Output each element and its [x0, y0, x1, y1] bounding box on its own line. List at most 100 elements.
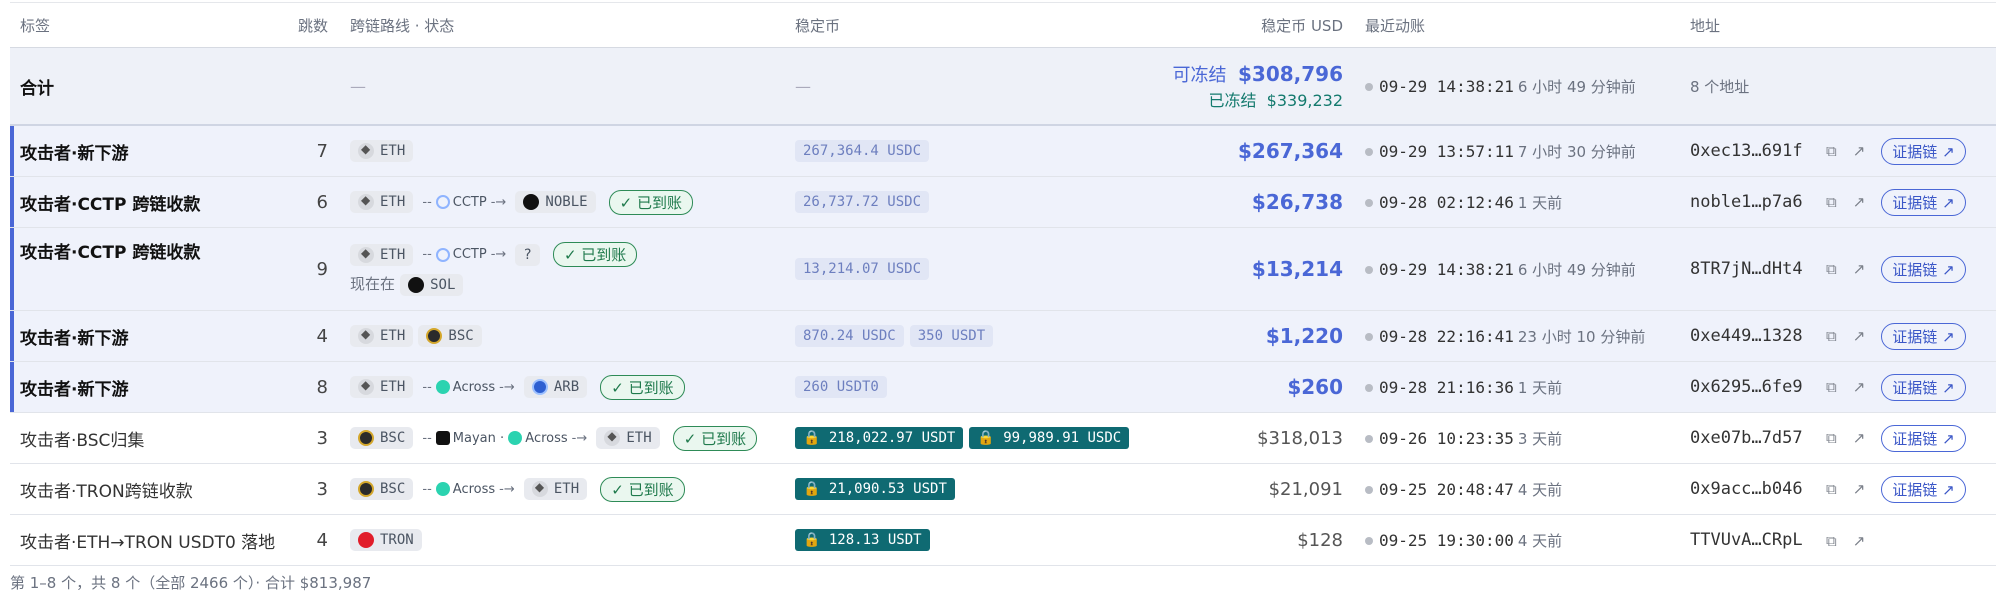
amount-chip: 13,214.07 USDC — [795, 258, 930, 280]
lock-icon: 🔒 — [803, 430, 821, 446]
table-row[interactable]: 攻击者·ETH→TRON USDT0 落地 4 TRON 🔒 128.13 US… — [10, 514, 1996, 566]
evidence-button[interactable]: 证据链 ↗ — [1881, 137, 1966, 165]
external-link-icon[interactable]: ↗ — [1853, 378, 1866, 396]
noble-icon — [523, 194, 540, 210]
eth-icon — [358, 246, 374, 263]
last-ago: 23 小时 10 分钟前 — [1517, 327, 1646, 346]
hop-count: 7 — [316, 140, 328, 162]
chain-chip-eth: ETH — [350, 140, 414, 162]
row-label: 攻击者·TRON跨链收款 — [20, 481, 193, 502]
row-label: 攻击者·CCTP 跨链收款 — [20, 194, 201, 215]
status-dot — [1365, 83, 1373, 91]
evidence-button[interactable]: 证据链 ↗ — [1881, 475, 1966, 503]
copy-icon[interactable]: ⧉ — [1826, 193, 1837, 211]
bsc-icon — [358, 430, 374, 446]
col-usd[interactable]: 稳定币 USD — [1120, 2, 1355, 48]
usd-value: $21,091 — [1268, 478, 1343, 500]
copy-icon[interactable]: ⧉ — [1826, 532, 1837, 550]
usd-value: $26,738 — [1251, 190, 1343, 214]
amount-chip: 267,364.4 USDC — [795, 140, 930, 162]
usd-value: $260 — [1287, 375, 1343, 399]
external-link-icon[interactable]: ↗ — [1853, 193, 1866, 211]
address[interactable]: noble1…p7a6 — [1690, 192, 1810, 212]
total-route: — — [350, 76, 366, 96]
chain-chip-sol: SOL — [400, 273, 464, 296]
external-link-icon[interactable]: ↗ — [1853, 327, 1866, 345]
status-dot — [1365, 486, 1373, 494]
evidence-button[interactable]: 证据链 ↗ — [1881, 373, 1966, 401]
col-addr[interactable]: 地址 — [1680, 2, 1996, 48]
chain-chip-eth: ETH — [350, 243, 414, 266]
bsc-icon — [426, 328, 443, 344]
table-row[interactable]: 攻击者·新下游 8 ETH --Across-→ ARB ✓ 已到账 260 U… — [10, 361, 1996, 413]
last-time: 09-25 19:30:00 — [1379, 530, 1514, 550]
row-label: 攻击者·BSC归集 — [20, 430, 145, 451]
chain-chip-eth: ETH — [523, 478, 588, 500]
evidence-button[interactable]: 证据链 ↗ — [1881, 255, 1966, 283]
address[interactable]: 0x6295…6fe9 — [1690, 377, 1810, 397]
arb-icon — [531, 379, 548, 395]
row-label: 攻击者·新下游 — [20, 328, 129, 349]
last-time: 09-26 10:23:35 — [1379, 428, 1514, 448]
row-label: 攻击者·新下游 — [20, 379, 129, 400]
copy-icon[interactable]: ⧉ — [1826, 480, 1837, 498]
across-icon — [508, 431, 523, 445]
address[interactable]: 0xe449…1328 — [1690, 326, 1810, 346]
amount-chip: 350 USDT — [909, 325, 994, 347]
col-route[interactable]: 跨链路线 · 状态 — [340, 2, 785, 48]
external-link-icon[interactable]: ↗ — [1853, 532, 1866, 550]
across-icon — [435, 482, 450, 496]
amount-chip: 26,737.72 USDC — [795, 191, 930, 213]
now-at-label: 现在在 — [350, 275, 396, 294]
table-header: 标签 跳数 跨链路线 · 状态 稳定币 稳定币 USD 最近动账 地址 — [10, 2, 1996, 48]
address[interactable]: 0xe07b…7d57 — [1690, 428, 1810, 448]
table-row[interactable]: 攻击者·新下游 4 ETH BSC 870.24 USDC350 USDT $1… — [10, 310, 1996, 362]
address[interactable]: 0x9acc…b046 — [1690, 479, 1810, 499]
frozen-amount-chip: 🔒 99,989.91 USDC — [969, 427, 1130, 449]
copy-icon[interactable]: ⧉ — [1826, 378, 1837, 396]
table-row[interactable]: 攻击者·新下游 7 ETH 267,364.4 USDC $267,364 09… — [10, 125, 1996, 177]
chain-chip-tron: TRON — [350, 529, 422, 551]
evidence-button[interactable]: 证据链 ↗ — [1881, 188, 1966, 216]
tron-icon — [358, 532, 374, 548]
last-ago: 3 天前 — [1517, 429, 1563, 448]
hop-count: 9 — [316, 258, 328, 280]
col-last[interactable]: 最近动账 — [1355, 2, 1680, 48]
external-link-icon[interactable]: ↗ — [1853, 480, 1866, 498]
table-row[interactable]: 攻击者·CCTP 跨链收款 9 ETH --CCTP-→ ? ✓ 已到账 现在在… — [10, 227, 1996, 311]
external-link-icon[interactable]: ↗ — [1853, 429, 1866, 447]
external-link-icon[interactable]: ↗ — [1853, 142, 1866, 160]
external-link-icon[interactable]: ↗ — [1853, 260, 1866, 278]
eth-icon — [358, 193, 374, 210]
chain-chip-eth: ETH — [350, 376, 414, 398]
bsc-icon — [358, 481, 374, 497]
evidence-button[interactable]: 证据链 ↗ — [1881, 424, 1966, 452]
chain-chip-noble: NOBLE — [515, 191, 596, 213]
hop-count: 6 — [316, 191, 328, 213]
last-time: 09-29 14:38:21 — [1379, 259, 1514, 279]
address[interactable]: 0xec13…691f — [1690, 141, 1810, 161]
frozen-amount-chip: 🔒 218,022.97 USDT — [795, 427, 964, 449]
col-stable[interactable]: 稳定币 — [785, 2, 1120, 48]
eth-icon — [531, 480, 548, 497]
copy-icon[interactable]: ⧉ — [1826, 429, 1837, 447]
table-row[interactable]: 攻击者·BSC归集 3 BSC --Mayan · Across-→ ETH ✓… — [10, 412, 1996, 464]
last-time: 09-28 21:16:36 — [1379, 377, 1514, 397]
usd-value: $13,214 — [1251, 257, 1343, 281]
table-row[interactable]: 攻击者·CCTP 跨链收款 6 ETH --CCTP-→ NOBLE ✓ 已到账… — [10, 176, 1996, 228]
address-table: 标签 跳数 跨链路线 · 状态 稳定币 稳定币 USD 最近动账 地址 合计 —… — [10, 2, 1996, 566]
col-label[interactable]: 标签 — [10, 2, 275, 48]
address[interactable]: 8TR7jN…dHt4 — [1690, 259, 1810, 279]
status-dot — [1365, 384, 1373, 392]
usd-value: $267,364 — [1237, 139, 1343, 163]
evidence-button[interactable]: 证据链 ↗ — [1881, 322, 1966, 350]
cctp-icon — [435, 195, 450, 209]
eth-icon — [604, 429, 621, 446]
table-row[interactable]: 攻击者·TRON跨链收款 3 BSC --Across-→ ETH ✓ 已到账 … — [10, 463, 1996, 515]
chain-chip-arb: ARB — [523, 376, 588, 398]
copy-icon[interactable]: ⧉ — [1826, 260, 1837, 278]
address[interactable]: TTVUvA…CRpL — [1690, 530, 1810, 550]
col-hops[interactable]: 跳数 — [275, 2, 340, 48]
copy-icon[interactable]: ⧉ — [1826, 142, 1837, 160]
copy-icon[interactable]: ⧉ — [1826, 327, 1837, 345]
